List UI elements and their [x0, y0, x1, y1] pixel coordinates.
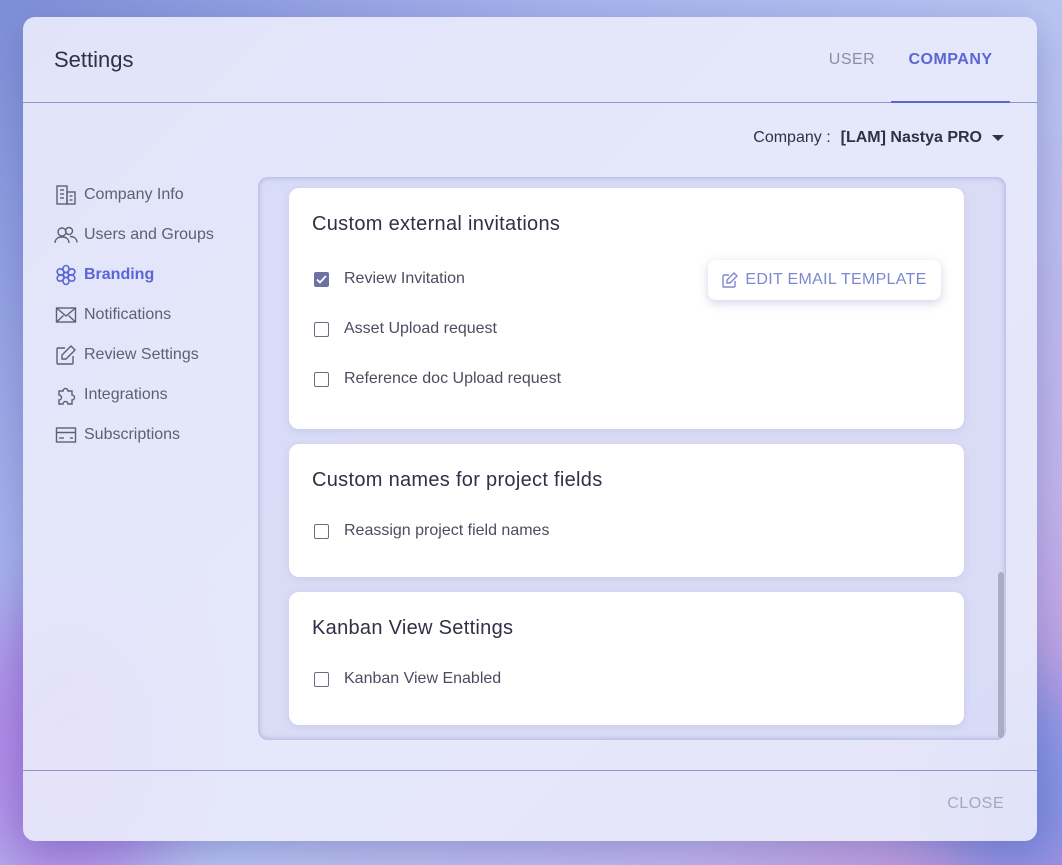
sidebar-item-label: Integrations — [84, 386, 168, 403]
option-label: Asset Upload request — [344, 320, 497, 337]
settings-sidebar: Company Info Users and Groups Branding N… — [54, 175, 254, 455]
card-title: Kanban View Settings — [312, 617, 514, 639]
sidebar-item-branding[interactable]: Branding — [54, 255, 254, 295]
kanban-card: Kanban View Settings Kanban View Enabled — [289, 592, 964, 725]
tab-user[interactable]: USER — [813, 17, 891, 103]
company-selector-label: Company : — [753, 129, 831, 146]
company-selector[interactable]: Company : [LAM] Nastya PRO — [753, 129, 1004, 147]
checkbox[interactable] — [314, 671, 329, 687]
panel-scrollbar[interactable] — [998, 572, 1004, 738]
project-fields-card: Custom names for project fields Reassign… — [289, 444, 964, 577]
card-title: Custom external invitations — [312, 213, 561, 235]
review-invitation-option[interactable]: Review Invitation — [314, 270, 465, 288]
sidebar-item-integrations[interactable]: Integrations — [54, 375, 254, 415]
sidebar-item-users-and-groups[interactable]: Users and Groups — [54, 215, 254, 255]
close-button[interactable]: CLOSE — [947, 795, 1004, 813]
sidebar-item-company-info[interactable]: Company Info — [54, 175, 254, 215]
sidebar-item-review-settings[interactable]: Review Settings — [54, 335, 254, 375]
company-selector-value[interactable]: [LAM] Nastya PRO — [841, 129, 982, 147]
branding-panel: Custom external invitations Review Invit… — [258, 177, 1006, 740]
option-label: Reference doc Upload request — [344, 370, 562, 387]
edit-email-template-label: EDIT EMAIL TEMPLATE — [745, 271, 927, 288]
reference-doc-upload-option[interactable]: Reference doc Upload request — [314, 370, 561, 388]
sidebar-item-subscriptions[interactable]: Subscriptions — [54, 415, 254, 455]
card-icon — [54, 423, 78, 447]
flower-icon — [54, 263, 78, 287]
envelope-icon — [54, 303, 78, 327]
option-label: Review Invitation — [344, 270, 465, 287]
invitations-card: Custom external invitations Review Invit… — [289, 188, 964, 429]
footer-divider — [23, 770, 1037, 771]
option-label: Reassign project field names — [344, 522, 550, 539]
option-label: Kanban View Enabled — [344, 670, 502, 687]
sidebar-item-label: Company Info — [84, 186, 184, 203]
sidebar-item-label: Users and Groups — [84, 226, 214, 243]
reassign-field-names-option[interactable]: Reassign project field names — [314, 522, 549, 540]
edit-icon — [54, 343, 78, 367]
modal-header: Settings USER COMPANY — [23, 17, 1037, 103]
sidebar-item-label: Subscriptions — [84, 426, 181, 443]
settings-modal: Settings USER COMPANY Company : [LAM] Na… — [23, 17, 1037, 841]
checkbox-checked[interactable] — [314, 271, 329, 287]
sidebar-item-label: Branding — [84, 266, 155, 283]
checkbox[interactable] — [314, 523, 329, 539]
kanban-enabled-option[interactable]: Kanban View Enabled — [314, 670, 501, 688]
caret-down-icon[interactable] — [992, 135, 1004, 141]
sidebar-item-label: Review Settings — [84, 346, 199, 363]
check-icon — [316, 274, 327, 284]
modal-title: Settings — [54, 47, 134, 72]
checkbox[interactable] — [314, 321, 329, 337]
users-icon — [54, 223, 78, 247]
building-icon — [54, 183, 78, 207]
tab-company[interactable]: COMPANY — [891, 17, 1010, 103]
puzzle-icon — [54, 383, 78, 407]
card-title: Custom names for project fields — [312, 469, 603, 491]
sidebar-item-notifications[interactable]: Notifications — [54, 295, 254, 335]
edit-icon — [722, 272, 739, 288]
asset-upload-option[interactable]: Asset Upload request — [314, 320, 497, 338]
checkbox[interactable] — [314, 371, 329, 387]
sidebar-item-label: Notifications — [84, 306, 172, 323]
edit-email-template-button[interactable]: EDIT EMAIL TEMPLATE — [708, 260, 941, 300]
